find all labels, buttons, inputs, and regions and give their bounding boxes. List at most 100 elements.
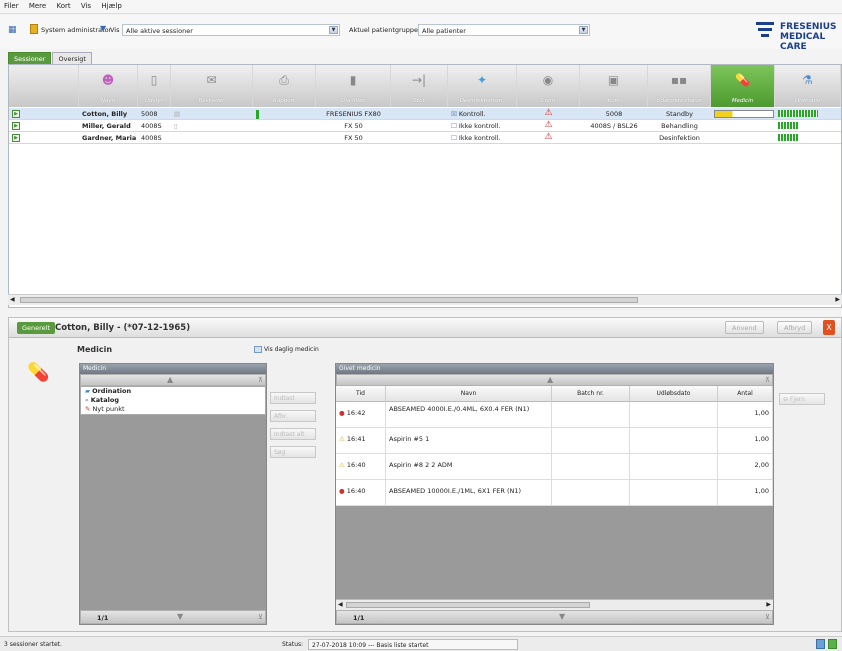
col-expand: [9, 65, 79, 107]
grid-icon[interactable]: ▦: [8, 25, 17, 35]
scroll-left-icon[interactable]: ◀: [10, 296, 15, 303]
daily-medication-checkbox[interactable]: [254, 346, 262, 353]
tree-item-catalog[interactable]: ⌕ Katalog: [81, 396, 265, 405]
sessions-status: 3 sessioner startet.: [4, 641, 62, 648]
expand-icon[interactable]: ▶: [12, 122, 20, 130]
expand-icon[interactable]: ▶: [12, 134, 20, 142]
apply-button[interactable]: Anvend: [725, 321, 764, 334]
medication-progress: [714, 110, 774, 118]
table-row[interactable]: ▶ Gardner, Maria 4008S FX 50 ☐ Ikke kont…: [9, 132, 841, 144]
prescription-bars: [778, 110, 818, 117]
table-row[interactable]: ⚠ 16:40 Aspirin #8 2 2 ADM 2,00: [336, 454, 773, 480]
table-row[interactable]: ⚠ 16:41 Aspirin #5 1 1,00: [336, 428, 773, 454]
tree-item-new[interactable]: ✎ Nyt punkt: [81, 405, 265, 414]
given-horizontal-scrollbar[interactable]: ◀ ▶: [336, 599, 773, 610]
given-scroll-up[interactable]: ▲ ⊼: [336, 374, 773, 386]
search-icon: ⌕: [85, 396, 89, 404]
medication-section-title: Medicin: [77, 345, 113, 354]
close-icon[interactable]: X: [823, 320, 835, 335]
table-row[interactable]: ● 16:40 ABSEAMED 10000I.E./1ML, 6X1 FER …: [336, 480, 773, 506]
col-prescription[interactable]: ⚗ Ordinatio: [775, 65, 841, 107]
disinfection: Kontroll.: [458, 110, 486, 118]
filter-select[interactable]: Alle aktive sessioner ▼: [122, 24, 340, 36]
tree-item-ordination[interactable]: ▰ Ordination: [81, 387, 265, 396]
prescription-cell[interactable]: [775, 120, 841, 132]
user-icon: [30, 24, 38, 34]
medication-cell[interactable]: [711, 108, 775, 120]
chevron-down-icon[interactable]: ▼: [329, 26, 338, 34]
table-row[interactable]: ▶ Miller, Gerald 4008S ▯ FX 50 ☐ Ikke ko…: [9, 120, 841, 132]
col-messages[interactable]: ✉ Beskeder: [171, 65, 253, 107]
menu-file[interactable]: Filer: [0, 0, 23, 10]
scroll-right-icon[interactable]: ▶: [835, 296, 840, 303]
col-quantity[interactable]: Antal: [718, 386, 773, 402]
given-time-cell: ● 16:40: [336, 480, 386, 506]
checkbox-icon: ☐: [451, 122, 457, 130]
remove-button[interactable]: ⊖ Fjern: [779, 393, 825, 405]
menu-bar: Filer Mere Kort Vis Hjælp: [0, 0, 842, 14]
scroll-top-icon[interactable]: ⊼: [258, 376, 263, 384]
col-expiry[interactable]: Udløbsdato: [630, 386, 718, 402]
enter-button[interactable]: Indtast: [270, 392, 316, 404]
menu-view[interactable]: Vis: [77, 0, 95, 10]
menu-help[interactable]: Hjælp: [97, 0, 125, 10]
col-medication[interactable]: 💊 Medicin: [711, 65, 775, 107]
table-row[interactable]: ▶ Cotton, Billy 5008 ▤ FRESENIUS FX80 ☒ …: [9, 108, 841, 120]
col-conn[interactable]: ◉ Conn: [517, 65, 580, 107]
remove-icon: ⊖: [783, 396, 789, 403]
col-card[interactable]: ▣ Kort: [580, 65, 648, 107]
network-icon: [816, 639, 825, 649]
menu-card[interactable]: Kort: [52, 0, 74, 10]
tab-sessions[interactable]: Sessioner: [8, 52, 52, 64]
warning-icon: ⚠: [544, 120, 553, 130]
tab-general[interactable]: Generelt: [17, 322, 56, 334]
card: [580, 132, 648, 144]
col-report[interactable]: ⎙ Rapport: [253, 65, 316, 107]
patient-name: Cotton, Billy: [82, 110, 128, 118]
scroll-bottom-icon[interactable]: ⊻: [765, 613, 770, 621]
arrow-up-icon[interactable]: ▲: [547, 375, 553, 384]
arrow-up-icon[interactable]: ▲: [167, 375, 173, 384]
warning-icon: ⚠: [339, 461, 345, 469]
report-cell: [253, 108, 316, 120]
col-device[interactable]: ▯ Udstyr: [138, 65, 171, 107]
cancel-button[interactable]: Afbryd: [777, 321, 813, 334]
given-qty: 1,00: [718, 428, 773, 454]
col-disinfection[interactable]: ✦ Desinfektionsm.: [448, 65, 517, 107]
chevron-down-icon[interactable]: ▼: [579, 26, 588, 34]
grid-horizontal-scrollbar[interactable]: ◀ ▶: [8, 294, 842, 305]
prescription-cell[interactable]: [775, 108, 841, 120]
scroll-thumb[interactable]: [346, 602, 590, 608]
scroll-thumb[interactable]: [20, 297, 638, 303]
scroll-left-icon[interactable]: ◀: [338, 601, 343, 608]
col-name[interactable]: Navn: [386, 386, 552, 402]
scroll-bottom-icon[interactable]: ⊻: [258, 613, 263, 621]
scroll-right-icon[interactable]: ▶: [766, 601, 771, 608]
disinfection: Ikke kontroll.: [458, 122, 501, 130]
arrow-down-icon[interactable]: ▼: [559, 612, 565, 621]
group-select[interactable]: Alle patienter ▼: [418, 24, 590, 36]
expand-icon[interactable]: ▶: [12, 110, 20, 118]
search-button[interactable]: Søg: [270, 446, 316, 458]
tab-overview[interactable]: Oversigt: [52, 52, 92, 64]
given-expiry: [630, 480, 718, 506]
enter-all-button[interactable]: Indtast alt: [270, 428, 316, 440]
abort-button[interactable]: Afbr.: [270, 410, 316, 422]
col-device-status[interactable]: ▪▪ Udstyrets status: [648, 65, 711, 107]
col-batch[interactable]: Batch nr.: [552, 386, 630, 402]
col-time[interactable]: Tid: [336, 386, 386, 402]
status-dots-icon: ▪▪: [670, 73, 688, 87]
col-stop[interactable]: →| Stof: [391, 65, 448, 107]
arrow-down-icon[interactable]: ▼: [177, 612, 183, 621]
printer-icon: ⎙: [279, 73, 289, 87]
given-batch: [552, 428, 630, 454]
col-name[interactable]: ☻ Navn: [79, 65, 138, 107]
table-row[interactable]: ● 16:42 ABSEAMED 4000I.E./0.4ML, 6X0.4 F…: [336, 402, 773, 428]
group-label: Aktuel patientgruppe:: [349, 26, 421, 34]
menu-more[interactable]: Mere: [25, 0, 50, 10]
col-filter[interactable]: ▮ Dia filter: [316, 65, 391, 107]
prescription-cell[interactable]: [775, 132, 841, 144]
scroll-top-icon[interactable]: ⊼: [765, 376, 770, 384]
medication-scroll-up[interactable]: ▲ ⊼: [80, 374, 266, 386]
report-bar-icon: [256, 110, 259, 119]
